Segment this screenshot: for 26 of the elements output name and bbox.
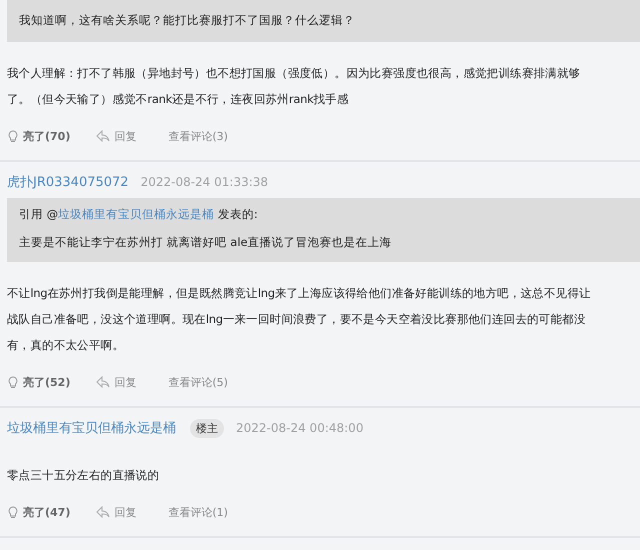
reply-icon	[96, 506, 110, 518]
reply-icon	[96, 376, 110, 388]
lightbulb-icon	[7, 505, 19, 519]
post-body: 不让lng在苏州打我倒是能理解，但是既然腾竞让lng来了上海应该得给他们准备好能训练的地方吧，这总不见得让战队自己准备吧，没这个道理啊。现在lng一来一回时间浪费了，要不是今天空着没比赛那他们连回去的可能都没有，真的不太公平啊。	[7, 285, 592, 354]
like-button[interactable]: 亮了(70)	[7, 128, 70, 144]
view-comments-link[interactable]: 查看评论(1)	[168, 504, 228, 520]
post-body: 零点三十五分左右的直播说的	[7, 467, 160, 484]
like-button[interactable]: 亮了(47)	[7, 504, 70, 520]
author-link[interactable]: 虎扑JR0334075072	[7, 173, 129, 191]
quote-text: 我知道啊，这有啥关系呢？能打比赛服打不了国服？什么逻辑？	[19, 12, 356, 29]
view-comments-link[interactable]: 查看评论(3)	[168, 128, 228, 144]
reply-button[interactable]: 回复	[96, 504, 136, 520]
reply-button[interactable]: 回复	[96, 374, 136, 390]
lightbulb-icon	[7, 375, 19, 389]
author-link[interactable]: 垃圾桶里有宝贝但桶永远是桶	[7, 419, 176, 437]
lightbulb-icon	[7, 129, 19, 143]
post-time: 2022-08-24 01:33:38	[140, 175, 268, 189]
post-body: 我个人理解：打不了韩服（异地封号）也不想打国服（强度低）。因为比赛强度也很高，感觉把训练赛排满就够了。（但今天输了）感觉不rank还是不行，连夜回苏州rank找手感	[7, 65, 582, 108]
quote-text: 主要是不能让李宁在苏州打 就离谱好吧 ale直播说了冒泡赛也是在上海	[19, 234, 393, 251]
quote-attribution: 引用 @垃圾桶里有宝贝但桶永远是桶 发表的:	[19, 206, 259, 223]
view-comments-link[interactable]: 查看评论(5)	[168, 374, 228, 390]
reply-button[interactable]: 回复	[96, 128, 136, 144]
author-badge: 楼主	[190, 418, 224, 438]
like-button[interactable]: 亮了(52)	[7, 374, 70, 390]
post-time: 2022-08-24 00:48:00	[236, 421, 364, 435]
reply-icon	[96, 130, 110, 142]
